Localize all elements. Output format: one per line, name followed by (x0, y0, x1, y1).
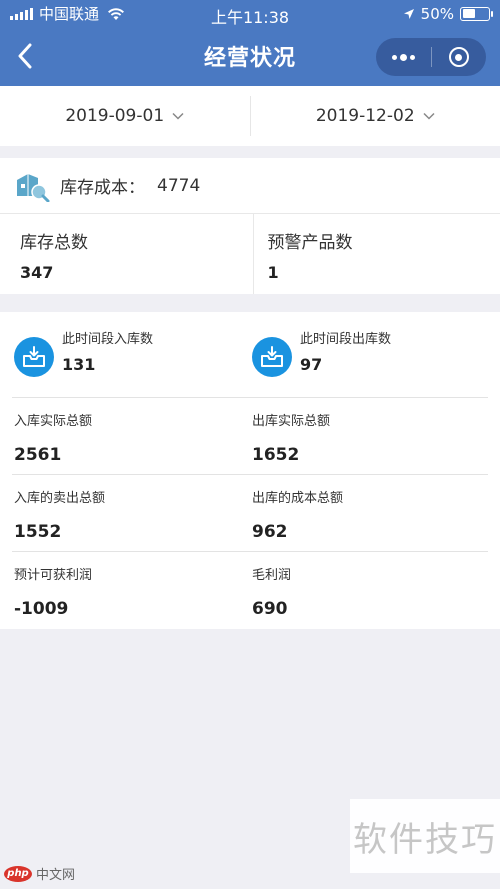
out-count-text: 此时间段出库数 97 (300, 332, 391, 374)
status-time: 上午11:38 (210, 8, 290, 27)
warning-products-label: 预警产品数 (267, 233, 353, 253)
close-program-button[interactable] (432, 38, 487, 76)
inventory-cost-row: 库存成本： 4774 (0, 158, 500, 214)
more-dots-icon (391, 53, 415, 61)
flow-stat-right: 出库的成本总额 962 (250, 475, 488, 551)
flow-stat-left: 入库的卖出总额 1552 (12, 475, 250, 551)
out-count-value: 97 (300, 354, 323, 374)
expected-profit-value: -1009 (14, 599, 69, 619)
top-bar: 中国联通 上午11:38 50% 经营状况 (0, 0, 500, 86)
flow-amount-row: 预计可获利润 -1009 毛利润 690 (12, 552, 488, 629)
in-count-label: 此时间段入库数 (62, 331, 154, 347)
nav-bar: 经营状况 (0, 27, 500, 86)
inventory-total-stat: 库存总数 347 (0, 214, 253, 294)
end-date-picker[interactable]: 2019-12-02 (251, 86, 500, 146)
end-date-value: 2019-12-02 (315, 106, 415, 126)
gross-profit-label: 毛利润 (252, 568, 292, 583)
inventory-stats: 库存总数 347 预警产品数 1 (0, 214, 500, 294)
flow-amount-row: 入库实际总额 2561 出库实际总额 1652 (12, 398, 488, 475)
inventory-total-value: 347 (20, 263, 54, 282)
inventory-cost-label: 库存成本： (60, 178, 145, 198)
out-count-stat: 此时间段出库数 97 (250, 316, 488, 397)
watermark-site-label: 中文网 (36, 868, 76, 883)
in-sold-total-label: 入库的卖出总额 (14, 491, 106, 506)
warning-products-value: 1 (267, 263, 279, 282)
watermark-logo: php 中文网 (4, 864, 75, 883)
expected-profit-label: 预计可获利润 (14, 568, 93, 583)
gross-profit-value: 690 (252, 599, 288, 619)
date-range-row: 2019-09-01 2019-12-02 (0, 86, 500, 146)
inventory-cost-value: 4774 (157, 175, 201, 196)
warning-products-stat: 预警产品数 1 (252, 214, 500, 294)
inbox-tray-icon (14, 336, 54, 377)
battery-fill (462, 9, 475, 18)
in-count-stat: 此时间段入库数 131 (12, 316, 250, 397)
in-sold-total-value: 1552 (14, 522, 62, 542)
in-count-value: 131 (62, 354, 96, 374)
in-actual-total-label: 入库实际总额 (14, 414, 93, 429)
start-date-picker[interactable]: 2019-09-01 (0, 86, 250, 146)
php-logo-icon: php (4, 865, 32, 882)
more-button[interactable] (376, 38, 431, 76)
out-actual-total-value: 1652 (252, 445, 300, 465)
chevron-down-icon (172, 112, 184, 120)
start-date-value: 2019-09-01 (65, 106, 165, 126)
flow-stat-left: 入库实际总额 2561 (12, 398, 250, 474)
battery-icon (460, 6, 493, 21)
in-actual-total-value: 2561 (14, 445, 62, 465)
watermark-text: 软件技巧 (350, 799, 500, 873)
out-actual-total-label: 出库实际总额 (252, 414, 331, 429)
out-cost-total-value: 962 (252, 522, 288, 542)
inventory-cost-icon (17, 173, 50, 202)
inventory-total-label: 库存总数 (20, 233, 88, 253)
outbox-tray-icon (252, 336, 292, 377)
flow-amount-row: 入库的卖出总额 1552 出库的成本总额 962 (12, 475, 488, 552)
inventory-card: 库存成本： 4774 库存总数 347 预警产品数 1 (0, 158, 500, 294)
stock-flow-card: 此时间段入库数 131 此时间段出库数 97 入库实际总额 2561 出库实际总… (0, 312, 500, 629)
chevron-down-icon (423, 112, 435, 120)
flow-stat-right: 出库实际总额 1652 (250, 398, 488, 474)
mini-program-capsule (376, 38, 486, 76)
flow-stat-right: 毛利润 690 (250, 552, 488, 629)
in-count-text: 此时间段入库数 131 (62, 332, 153, 374)
flow-stat-left: 预计可获利润 -1009 (12, 552, 250, 629)
flow-count-row: 此时间段入库数 131 此时间段出库数 97 (12, 312, 488, 398)
out-count-label: 此时间段出库数 (300, 331, 392, 347)
target-icon (448, 47, 469, 67)
out-cost-total-label: 出库的成本总额 (252, 491, 344, 506)
status-bar: 中国联通 上午11:38 50% (0, 0, 500, 27)
